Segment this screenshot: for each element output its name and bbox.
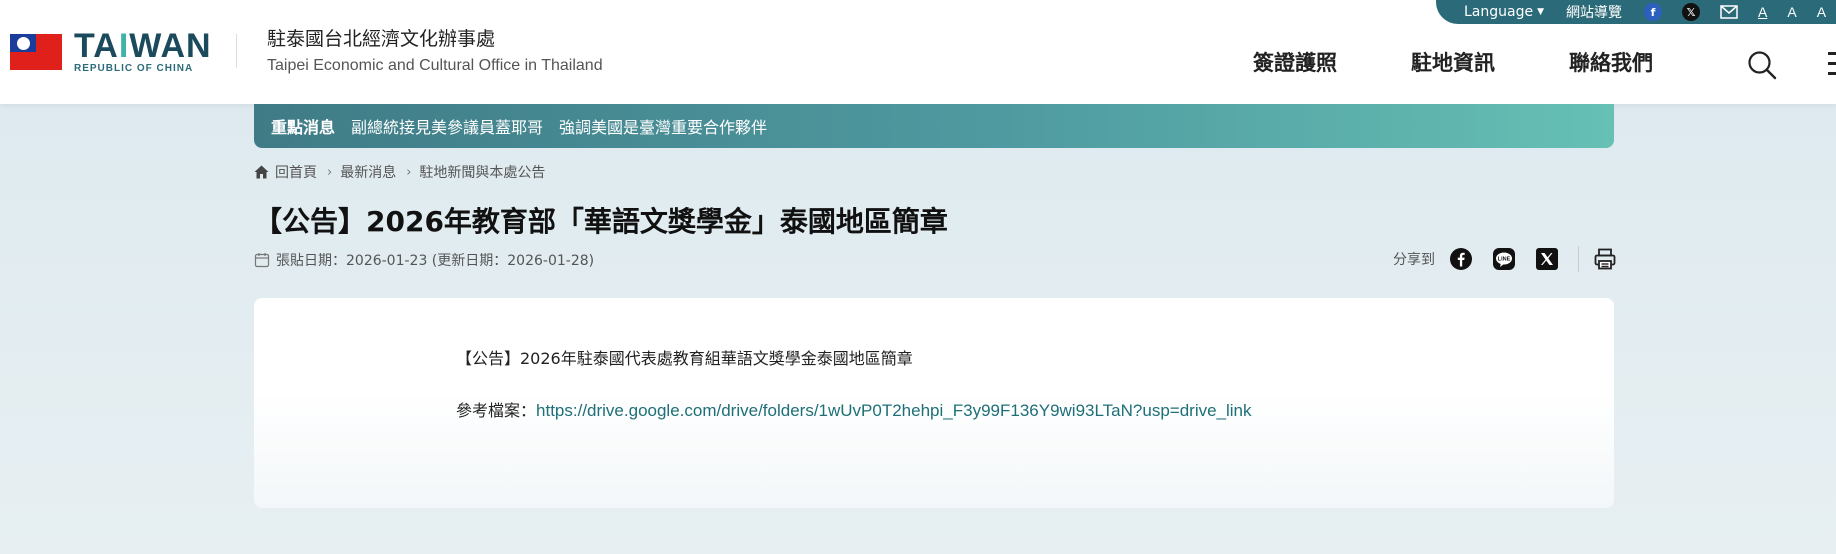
article-content: 【公告】2026年駐泰國代表處教育組華語文獎學金泰國地區簡章 參考檔案：http… xyxy=(254,298,1614,508)
site-logo[interactable]: TAIWAN REPUBLIC OF CHINA xyxy=(10,27,212,74)
office-name[interactable]: 駐泰國台北經濟文化辦事處 Taipei Economic and Cultura… xyxy=(267,26,603,78)
reference-label: 參考檔案： xyxy=(456,401,537,420)
reference-file: 參考檔案：https://drive.google.com/drive/fold… xyxy=(456,397,1252,421)
article-paragraph: 【公告】2026年駐泰國代表處教育組華語文獎學金泰國地區簡章 xyxy=(456,349,913,368)
post-date-text: 張貼日期：2026-01-23 (更新日期：2026-01-28) xyxy=(276,253,595,269)
font-size-large-button[interactable]: A xyxy=(1817,4,1826,20)
home-icon xyxy=(254,165,269,179)
share-x-icon[interactable] xyxy=(1535,247,1559,271)
nav-item-local-info[interactable]: 駐地資訊 xyxy=(1411,48,1495,78)
marquee-headline-link[interactable]: 副總統接見美參議員蓋耶哥 強調美國是臺灣重要合作夥伴 xyxy=(351,114,767,138)
site-header: TAIWAN REPUBLIC OF CHINA 駐泰國台北經濟文化辦事處 Ta… xyxy=(0,0,1836,104)
taiwan-flag-icon xyxy=(10,34,62,70)
share-label: 分享到 xyxy=(1393,252,1435,268)
facebook-icon[interactable]: f xyxy=(1644,3,1663,21)
share-bar: 分享到 LINE xyxy=(1393,246,1636,272)
reference-link[interactable]: https://drive.google.com/drive/folders/1… xyxy=(536,401,1252,420)
language-dropdown[interactable]: Language ▼ xyxy=(1464,4,1544,20)
breadcrumb-home[interactable]: 回首頁 xyxy=(275,162,317,182)
hamburger-menu-icon[interactable] xyxy=(1828,52,1836,78)
brand-wordmark: TAIWAN REPUBLIC OF CHINA xyxy=(74,27,212,74)
calendar-icon xyxy=(254,253,270,268)
x-twitter-icon[interactable]: 𝕏 xyxy=(1682,3,1701,21)
sitemap-link[interactable]: 網站導覽 xyxy=(1566,2,1622,22)
share-divider xyxy=(1578,246,1579,272)
chevron-down-icon: ▼ xyxy=(1537,7,1545,17)
nav-item-visa-passport[interactable]: 簽證護照 xyxy=(1253,48,1337,78)
main-nav: 簽證護照 駐地資訊 聯絡我們 xyxy=(1253,48,1727,78)
email-icon[interactable] xyxy=(1720,3,1738,21)
share-line-icon[interactable]: LINE xyxy=(1492,247,1516,271)
print-icon[interactable] xyxy=(1593,247,1617,271)
office-name-chinese: 駐泰國台北經濟文化辦事處 xyxy=(267,28,496,50)
svg-text:LINE: LINE xyxy=(1498,257,1511,263)
chevron-right-icon: › xyxy=(406,164,412,180)
brand-subtitle: REPUBLIC OF CHINA xyxy=(74,63,194,74)
post-date: 張貼日期：2026-01-23 (更新日期：2026-01-28) xyxy=(254,250,594,270)
share-facebook-icon[interactable] xyxy=(1449,247,1473,271)
marquee-label: 重點消息 xyxy=(271,118,336,137)
font-size-medium-button[interactable]: A xyxy=(1787,4,1796,20)
breadcrumb-local-news[interactable]: 駐地新聞與本處公告 xyxy=(419,162,545,182)
font-size-small-button[interactable]: A xyxy=(1758,4,1767,20)
search-icon[interactable] xyxy=(1747,50,1777,80)
utility-bar: Language ▼ 網站導覽 f 𝕏 A A A xyxy=(1436,0,1836,24)
headline-marquee: 重點消息 副總統接見美參議員蓋耶哥 強調美國是臺灣重要合作夥伴 xyxy=(254,104,1614,148)
logo-divider xyxy=(236,34,237,68)
page-title: 【公告】2026年教育部「華語文獎學金」泰國地區簡章 xyxy=(254,205,948,238)
breadcrumb: 回首頁 › 最新消息 › 駐地新聞與本處公告 xyxy=(254,162,545,182)
chevron-right-icon: › xyxy=(327,164,333,180)
office-name-english: Taipei Economic and Cultural Office in T… xyxy=(267,57,603,74)
nav-item-contact[interactable]: 聯絡我們 xyxy=(1569,48,1653,78)
breadcrumb-news[interactable]: 最新消息 xyxy=(340,162,396,182)
